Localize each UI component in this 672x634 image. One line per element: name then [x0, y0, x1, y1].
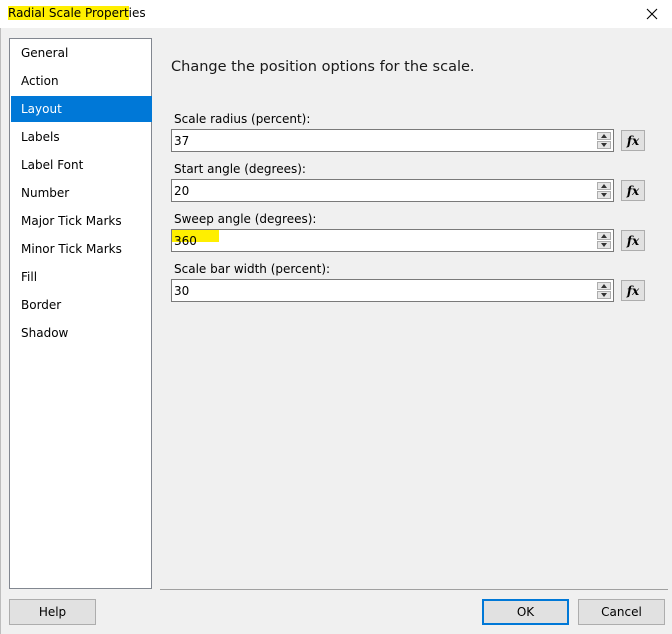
- nav-item-border[interactable]: Border: [11, 292, 152, 318]
- chevron-up-icon: [601, 234, 607, 238]
- scale-radius-spinbox: [171, 129, 614, 152]
- chevron-up-icon: [601, 284, 607, 288]
- function-icon: fx: [626, 133, 640, 148]
- nav-item-labels[interactable]: Labels: [11, 124, 152, 150]
- start-angle-down-button[interactable]: [597, 191, 611, 199]
- close-icon: [646, 8, 658, 20]
- sweep-angle-spinbox: [171, 229, 614, 252]
- nav-item-number[interactable]: Number: [11, 180, 152, 206]
- chevron-down-icon: [601, 293, 607, 297]
- nav-item-minor-tick-marks[interactable]: Minor Tick Marks: [11, 236, 152, 262]
- scale-bar-width-label: Scale bar width (percent):: [174, 262, 331, 276]
- nav-item-general[interactable]: General: [11, 40, 152, 66]
- nav-item-label-font[interactable]: Label Font: [11, 152, 152, 178]
- scale-radius-up-button[interactable]: [597, 132, 611, 140]
- start-angle-spinbox: [171, 179, 614, 202]
- start-angle-fx-button[interactable]: fx: [621, 180, 645, 201]
- window-title: Radial Scale Properties: [8, 6, 146, 20]
- start-angle-up-button[interactable]: [597, 182, 611, 190]
- nav-item-action[interactable]: Action: [11, 68, 152, 94]
- footer-divider: [160, 589, 668, 590]
- scale-bar-width-fx-button[interactable]: fx: [621, 280, 645, 301]
- start-angle-spin-buttons: [597, 182, 611, 199]
- nav-item-layout[interactable]: Layout: [11, 96, 152, 122]
- sweep-angle-up-button[interactable]: [597, 232, 611, 240]
- nav-item-major-tick-marks[interactable]: Major Tick Marks: [11, 208, 152, 234]
- window-title-rest: ies: [128, 6, 146, 20]
- nav-item-fill[interactable]: Fill: [11, 264, 152, 290]
- function-icon: fx: [626, 183, 640, 198]
- scale-radius-spin-buttons: [597, 132, 611, 149]
- sweep-angle-spin-buttons: [597, 232, 611, 249]
- scale-bar-width-spin-buttons: [597, 282, 611, 299]
- cancel-button[interactable]: Cancel: [578, 599, 665, 625]
- sweep-angle-fx-button[interactable]: fx: [621, 230, 645, 251]
- start-angle-label: Start angle (degrees):: [174, 162, 306, 176]
- scale-bar-width-up-button[interactable]: [597, 282, 611, 290]
- chevron-up-icon: [601, 184, 607, 188]
- highlight-marker: [172, 230, 219, 242]
- chevron-up-icon: [601, 134, 607, 138]
- sweep-angle-down-button[interactable]: [597, 241, 611, 249]
- function-icon: fx: [626, 283, 640, 298]
- scale-radius-label: Scale radius (percent):: [174, 112, 311, 126]
- close-button[interactable]: [632, 0, 672, 28]
- start-angle-input[interactable]: [173, 181, 594, 200]
- scale-radius-fx-button[interactable]: fx: [621, 130, 645, 151]
- function-icon: fx: [626, 233, 640, 248]
- help-button[interactable]: Help: [9, 599, 96, 625]
- chevron-down-icon: [601, 143, 607, 147]
- category-list: General Action Layout Labels Label Font …: [9, 38, 152, 589]
- scale-radius-down-button[interactable]: [597, 141, 611, 149]
- scale-bar-width-spinbox: [171, 279, 614, 302]
- chevron-down-icon: [601, 243, 607, 247]
- window-title-highlighted: Radial Scale Propert: [8, 6, 129, 20]
- sweep-angle-input[interactable]: [173, 231, 594, 250]
- nav-item-shadow[interactable]: Shadow: [11, 320, 152, 346]
- window-border: [0, 28, 1, 634]
- ok-button[interactable]: OK: [482, 599, 569, 625]
- title-bar: Radial Scale Properties: [0, 0, 672, 28]
- page-heading: Change the position options for the scal…: [171, 59, 475, 75]
- scale-radius-input[interactable]: [173, 131, 594, 150]
- scale-bar-width-down-button[interactable]: [597, 291, 611, 299]
- chevron-down-icon: [601, 193, 607, 197]
- scale-bar-width-input[interactable]: [173, 281, 594, 300]
- sweep-angle-label: Sweep angle (degrees):: [174, 212, 317, 226]
